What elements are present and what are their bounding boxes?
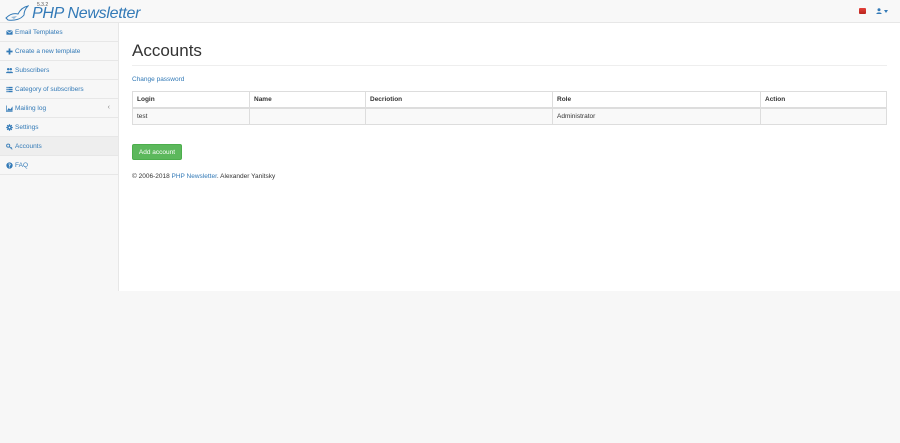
envelope-icon: [6, 29, 13, 35]
sidebar-item-faq[interactable]: ? FAQ: [0, 156, 118, 175]
column-header-login: Login: [132, 91, 250, 109]
footer-author: . Alexander Yanitsky: [216, 173, 276, 180]
top-navbar: PHP Newsletter 5.3.2: [0, 0, 900, 23]
sidebar-item-mailing-log[interactable]: Mailing log ‹: [0, 99, 118, 118]
chart-icon: [6, 104, 13, 112]
brand-version: 5.3.2: [37, 2, 49, 8]
sidebar-item-label: Create a new template: [15, 47, 81, 55]
sidebar: Email Templates Create a new template Su…: [0, 23, 118, 175]
question-icon: ?: [6, 161, 13, 169]
user-menu[interactable]: [876, 8, 888, 14]
footer-copyright: © 2006-2018: [132, 173, 172, 180]
brand-name: PHP Newsletter: [32, 5, 141, 22]
column-header-action: Action: [760, 91, 887, 109]
cell-login: test: [132, 107, 250, 125]
list-icon: [6, 86, 13, 92]
chevron-left-icon[interactable]: ‹: [108, 104, 110, 111]
language-flag-icon[interactable]: [859, 8, 866, 14]
accounts-table: Login Name Decriotion Role Action test A…: [132, 91, 887, 125]
main-content: Accounts Change password Login Name Decr…: [118, 23, 900, 291]
sidebar-item-label: Mailing log: [15, 104, 47, 112]
key-icon: [6, 143, 13, 150]
footer-link[interactable]: PHP Newsletter: [172, 173, 217, 180]
add-account-button[interactable]: Add account: [132, 144, 182, 160]
svg-text:?: ?: [8, 163, 11, 169]
footer: © 2006-2018 PHP Newsletter. Alexander Ya…: [132, 173, 275, 180]
sidebar-item-label: Subscribers: [15, 66, 50, 74]
sidebar-item-label: Accounts: [15, 142, 42, 150]
table-row: test Administrator: [132, 107, 887, 125]
sidebar-item-subscribers[interactable]: Subscribers: [0, 61, 118, 80]
sidebar-item-accounts[interactable]: Accounts: [0, 137, 118, 156]
navbar-right: [859, 8, 888, 14]
brand[interactable]: PHP Newsletter 5.3.2: [5, 1, 140, 22]
dove-logo-icon: [5, 5, 29, 21]
column-header-description: Decriotion: [365, 91, 553, 109]
sidebar-item-create-template[interactable]: Create a new template: [0, 42, 118, 61]
user-icon: [876, 8, 882, 14]
users-icon: [6, 67, 13, 73]
sidebar-item-email-templates[interactable]: Email Templates: [0, 23, 118, 42]
column-header-role: Role: [552, 91, 761, 109]
cell-action: [760, 107, 887, 125]
column-header-name: Name: [249, 91, 366, 109]
cell-name: [249, 107, 366, 125]
cell-description: [365, 107, 553, 125]
sidebar-item-label: Settings: [15, 123, 39, 131]
change-password-link[interactable]: Change password: [132, 76, 184, 83]
gear-icon: [6, 123, 13, 131]
sidebar-item-settings[interactable]: Settings: [0, 118, 118, 137]
table-header-row: Login Name Decriotion Role Action: [132, 91, 887, 109]
plus-icon: [6, 47, 13, 55]
page-title: Accounts: [132, 41, 887, 66]
sidebar-item-category[interactable]: Category of subscribers: [0, 80, 118, 99]
cell-role: Administrator: [552, 107, 761, 125]
caret-down-icon: [884, 9, 888, 13]
sidebar-item-label: FAQ: [15, 161, 29, 169]
sidebar-item-label: Category of subscribers: [15, 85, 84, 93]
sidebar-item-label: Email Templates: [15, 28, 63, 36]
